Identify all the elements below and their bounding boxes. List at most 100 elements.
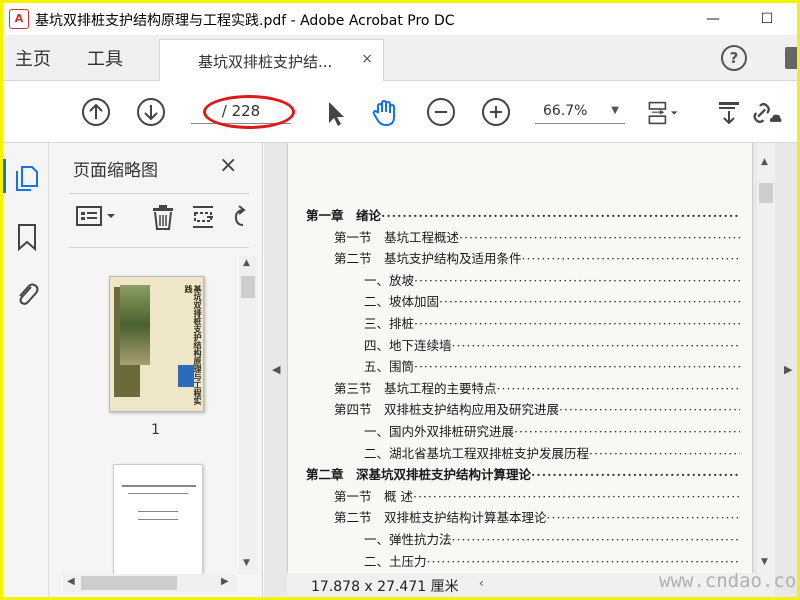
thumbnails-panel: 页面缩略图 × 基坑双排桩支护结构原理与工程实践 1 ▲ ▼ ◀ ▶ [49,143,263,597]
thumbnail-text-line [138,519,178,520]
next-page-button[interactable] [137,98,165,126]
minimize-button[interactable]: — [693,7,733,31]
tab-home[interactable]: 主页 [15,45,51,71]
scroll-down-icon[interactable]: ▼ [243,558,250,568]
scroll-left-icon[interactable]: ◀ [67,576,75,587]
toc-leader-dots: ········································… [514,424,740,439]
zoom-in-button[interactable] [482,98,510,126]
panel-divider [69,193,249,194]
toc-chapter-line[interactable]: 第一章 绪论··································… [306,205,740,224]
toc-chapter-line[interactable]: 第二章 深基坑双排桩支护结构计算理论······················… [306,464,740,483]
toc-section-line[interactable]: 第一节 概 述·································… [334,486,740,505]
collapse-right-panel-icon[interactable]: ▶ [784,363,792,376]
acrobat-window: A 基坑双排桩支护结构原理与工程实践.pdf - Adobe Acrobat P… [3,3,797,597]
toc-entry-text: 第二节 基坑支护结构及适用条件 [334,251,522,267]
toc-leader-dots: ········································… [589,445,740,461]
toc-leader-dots: ········································… [546,510,740,526]
toc-entry-text: 二、土压力 [364,553,427,569]
toc-entry-text: 第四节 双排桩支护结构应用及研究进展 [334,402,560,418]
panel-close-button[interactable]: × [219,153,237,178]
page-thumbnails-icon[interactable] [14,163,40,193]
toc-leader-dots: ········································… [496,380,740,396]
scroll-down-icon[interactable]: ▼ [761,557,768,567]
toc-entry-text: 一、弹性抗力法 [364,532,452,547]
read-mode-icon[interactable] [715,97,747,129]
scroll-up-icon[interactable]: ▲ [243,258,250,268]
toc-entry-text: 第一节 概 述 [334,488,413,504]
scroll-left-icon[interactable]: ‹ [479,576,484,590]
scrollbar-thumb[interactable] [759,183,773,203]
collapse-left-panel-icon[interactable]: ◀ [272,363,280,376]
tab-bar: 主页 工具 基坑双排桩支护结... × ? [3,35,797,82]
toc-leader-dots: ········································… [414,316,740,331]
toc-entry-text: 二、湖北省基坑工程双排桩支护发展历程 [364,445,590,461]
toc-leader-dots: ········································… [559,402,740,418]
toc-entry-text: 第二章 深基坑双排桩支护结构计算理论 [306,467,532,483]
plus-icon [490,106,502,118]
chevron-down-icon: ▼ [611,105,619,116]
scrollbar-thumb[interactable] [241,276,255,298]
toc-section-line[interactable]: 一、国内外双排桩研究进展····························… [364,421,740,440]
toc-section-line[interactable]: 四、地下连续墙·································… [364,335,740,354]
toc-leader-dots: ········································… [412,488,740,504]
document-vertical-scrollbar[interactable]: ▲ ▼ [757,143,775,573]
scrollbar-thumb[interactable] [81,576,177,590]
toc-section-line[interactable]: 三、排桩····································… [364,313,740,332]
select-cursor-icon[interactable] [319,97,351,129]
toc-entry-text: 一、放坡 [364,272,415,288]
fit-page-icon[interactable] [647,97,679,129]
rotate-icon[interactable] [229,203,253,231]
tab-document[interactable]: 基坑双排桩支护结... × [159,39,384,82]
toc-section-line[interactable]: 第三节 基坑工程的主要特点···························… [334,378,740,397]
toc-entry-text: 第三节 基坑工程的主要特点 [334,380,497,396]
toc-section-line[interactable]: 第一节 基坑工程概述······························… [334,227,740,246]
account-icon[interactable] [785,47,797,69]
toc-leader-dots: ········································… [531,467,740,483]
toc-leader-dots: ········································… [451,532,740,547]
zoom-level-value: 66.7% [543,103,588,119]
scroll-right-icon[interactable]: ▶ [221,576,229,587]
help-button[interactable]: ? [721,45,747,71]
cover-image [120,285,150,365]
toc-section-line[interactable]: 二、坡体加固··································… [364,291,740,310]
maximize-button[interactable]: ☐ [747,7,787,31]
toc-entry-text: 第一节 基坑工程概述 [334,229,460,245]
toc-entry-text: 第一章 绪论 [306,208,382,223]
toc-section-line[interactable]: 五、围筒····································… [364,356,740,375]
toc-leader-dots: ········································… [451,337,740,353]
page-thumbnail-1[interactable]: 基坑双排桩支护结构原理与工程实践 [109,276,204,412]
trash-icon[interactable] [149,203,177,231]
toc-section-line[interactable]: 一、放坡····································… [364,270,740,289]
site-watermark: www.cndao.com [659,570,797,592]
hand-tool-icon[interactable] [369,97,401,129]
previous-page-button[interactable] [82,98,110,126]
toc-section-line[interactable]: 第二节 基坑支护结构及适用条件·························… [334,248,740,267]
thumbnail-horizontal-scrollbar[interactable]: ◀ ▶ [63,574,237,592]
thumbnail-page-number: 1 [151,422,160,438]
thumbnail-text-line [138,511,178,512]
page-thumbnail-2[interactable] [113,464,203,574]
thumbnail-options-icon[interactable] [75,203,121,231]
tab-tools[interactable]: 工具 [87,45,123,71]
toc-section-line[interactable]: 第二节 双排桩支护结构计算基本理论·······················… [334,507,740,526]
thumbnail-text-line [128,493,188,494]
toc-leader-dots: ········································… [426,553,740,569]
panel-title: 页面缩略图 [73,161,158,181]
share-link-icon[interactable] [751,97,783,129]
tab-close-button[interactable]: × [361,51,373,67]
zoom-level-select[interactable]: 66.7% ▼ [535,100,625,124]
document-view: ◀ 第一章 绪论································… [264,143,797,597]
extract-pages-icon[interactable] [189,203,217,231]
toc-entry-text: 第二节 双排桩支护结构计算基本理论 [334,510,547,526]
toc-leader-dots: ········································… [414,272,740,288]
title-bar: A 基坑双排桩支护结构原理与工程实践.pdf - Adobe Acrobat P… [3,3,797,35]
bookmark-icon[interactable] [16,223,38,251]
toc-section-line[interactable]: 第四节 双排桩支护结构应用及研究进展······················… [334,399,740,418]
scroll-up-icon[interactable]: ▲ [761,157,768,167]
toc-section-line[interactable]: 二、湖北省基坑工程双排桩支护发展历程······················… [364,443,740,462]
thumbnail-vertical-scrollbar[interactable]: ▲ ▼ [239,256,257,574]
zoom-out-button[interactable] [427,98,455,126]
toc-section-line[interactable]: 二、土压力···································… [364,551,740,570]
attachment-icon[interactable] [14,279,40,309]
toc-section-line[interactable]: 一、弹性抗力法·································… [364,529,740,548]
